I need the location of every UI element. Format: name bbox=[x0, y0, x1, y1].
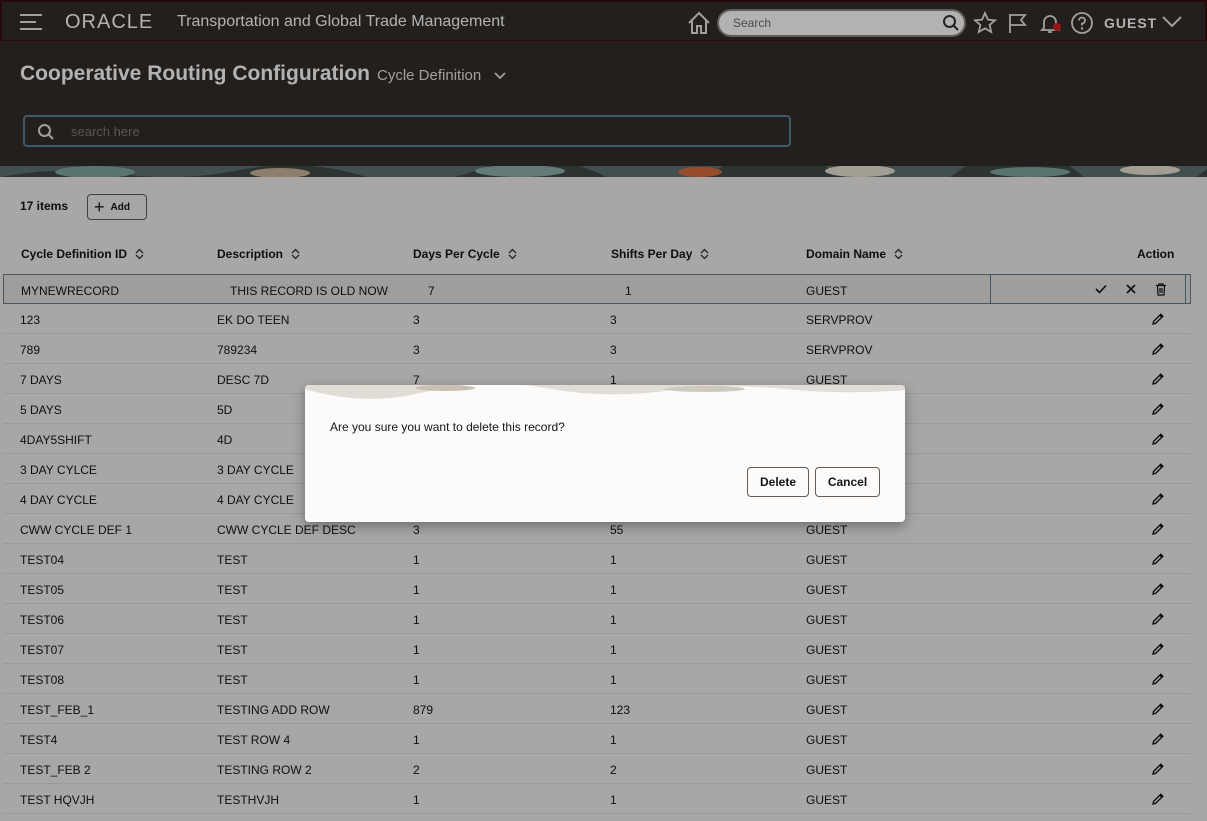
dialog-decorative-banner bbox=[305, 385, 905, 399]
delete-button[interactable]: Delete bbox=[747, 467, 809, 497]
cancel-button[interactable]: Cancel bbox=[815, 467, 880, 497]
delete-confirmation-dialog: Are you sure you want to delete this rec… bbox=[305, 385, 905, 522]
dialog-message: Are you sure you want to delete this rec… bbox=[330, 420, 565, 434]
